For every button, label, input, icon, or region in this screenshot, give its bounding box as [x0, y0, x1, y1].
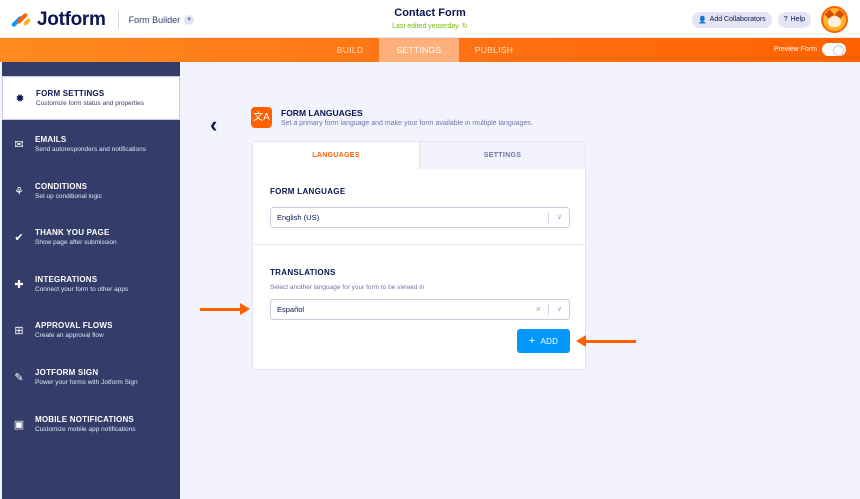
tab-build[interactable]: BUILD — [322, 38, 378, 62]
avatar[interactable] — [821, 6, 848, 33]
sidebar-item-mobile-notifications[interactable]: ▣ MOBILE NOTIFICATIONS Customize mobile a… — [2, 402, 180, 446]
annotation-arrow-left — [576, 335, 636, 347]
translations-label: TRANSLATIONS — [270, 268, 336, 277]
help-button[interactable]: ? Help — [777, 11, 811, 28]
translations-help-text: Select another language for your form to… — [270, 284, 425, 291]
form-title[interactable]: Contact Form — [360, 7, 500, 19]
flow-icon: ⚘ — [14, 185, 24, 198]
sidebar-item-thank-you-page[interactable]: ✔ THANK YOU PAGE Show page after submissi… — [2, 215, 180, 259]
sidebar-item-emails[interactable]: ✉ EMAILS Send autoresponders and notifica… — [2, 122, 180, 166]
settings-sidebar: ✹ FORM SETTINGS Customize form status and… — [2, 62, 180, 499]
preview-form-toggle[interactable]: Preview Form — [774, 43, 846, 56]
annotation-arrow-right — [200, 303, 250, 315]
builder-nav: BUILD SETTINGS PUBLISH Preview Form — [0, 38, 860, 62]
chevron-down-icon: ▼ — [184, 15, 195, 25]
back-chevron-icon[interactable]: ‹ — [210, 112, 217, 138]
section-description: Set a primary form language and make you… — [281, 120, 533, 127]
product-switcher[interactable]: Form Builder ▼ — [129, 15, 195, 25]
tab-languages[interactable]: LANGUAGES — [253, 142, 419, 169]
user-icon: 👤 — [697, 16, 707, 24]
divider — [548, 212, 549, 223]
divider — [117, 11, 119, 29]
form-language-select[interactable]: English (US) ∨ — [270, 207, 570, 228]
puzzle-icon: ✚ — [14, 278, 24, 291]
brand-name: Jotform — [37, 9, 106, 30]
plus-icon: + — [528, 335, 536, 347]
section-title: FORM LANGUAGES — [281, 108, 363, 118]
add-collaborators-button[interactable]: 👤 Add Collaborators — [691, 11, 772, 28]
approval-icon: ⊞ — [14, 324, 24, 337]
jotform-logo[interactable]: Jotform Form Builder ▼ — [10, 9, 195, 31]
tab-settings[interactable]: SETTINGS — [379, 38, 459, 62]
divider — [548, 304, 549, 315]
product-name: Form Builder — [128, 15, 181, 25]
card-tabs: LANGUAGES SETTINGS — [253, 142, 585, 169]
section-divider — [253, 244, 585, 245]
toggle-switch[interactable] — [822, 43, 846, 56]
tab-publish[interactable]: PUBLISH — [461, 38, 527, 62]
pen-icon: ✎ — [14, 371, 24, 384]
form-title-block: Contact Form Last edited yesterday. ↻ — [360, 7, 500, 30]
gear-icon: ✹ — [15, 92, 25, 105]
tab-language-settings[interactable]: SETTINGS — [419, 142, 585, 169]
translation-language-value: Español — [277, 305, 305, 314]
sidebar-item-conditions[interactable]: ⚘ CONDITIONS Set up conditional logic — [2, 169, 180, 213]
clear-icon[interactable]: × — [536, 300, 541, 319]
form-language-value: English (US) — [277, 213, 320, 222]
sidebar-item-integrations[interactable]: ✚ INTEGRATIONS Connect your form to other… — [2, 262, 180, 306]
last-edited-status: Last edited yesterday. ↻ — [392, 23, 468, 30]
refresh-icon: ↻ — [462, 23, 468, 30]
translation-language-select[interactable]: Español × ∨ — [270, 299, 570, 320]
sidebar-item-form-settings[interactable]: ✹ FORM SETTINGS Customize form status and… — [2, 76, 180, 120]
chevron-down-icon: ∨ — [556, 214, 562, 221]
top-header: Jotform Form Builder ▼ Contact Form Last… — [0, 0, 860, 38]
preview-form-label: Preview Form — [773, 46, 817, 53]
envelope-icon: ✉ — [14, 138, 24, 151]
mobile-icon: ▣ — [13, 418, 25, 431]
header-actions: 👤 Add Collaborators ? Help — [691, 6, 848, 33]
help-icon: ? — [783, 16, 788, 23]
translate-icon: 文A — [251, 107, 272, 128]
check-circle-icon: ✔ — [14, 231, 24, 244]
jotform-logo-icon — [10, 11, 32, 29]
chevron-down-icon: ∨ — [556, 306, 562, 313]
add-translation-button[interactable]: + ADD — [517, 329, 570, 353]
languages-card: LANGUAGES SETTINGS FORM LANGUAGE English… — [252, 141, 586, 370]
form-language-label: FORM LANGUAGE — [270, 187, 346, 196]
sidebar-item-jotform-sign[interactable]: ✎ JOTFORM SIGN Power your forms with Jotf… — [2, 355, 180, 399]
sidebar-item-approval-flows[interactable]: ⊞ APPROVAL FLOWS Create an approval flow — [2, 308, 180, 352]
